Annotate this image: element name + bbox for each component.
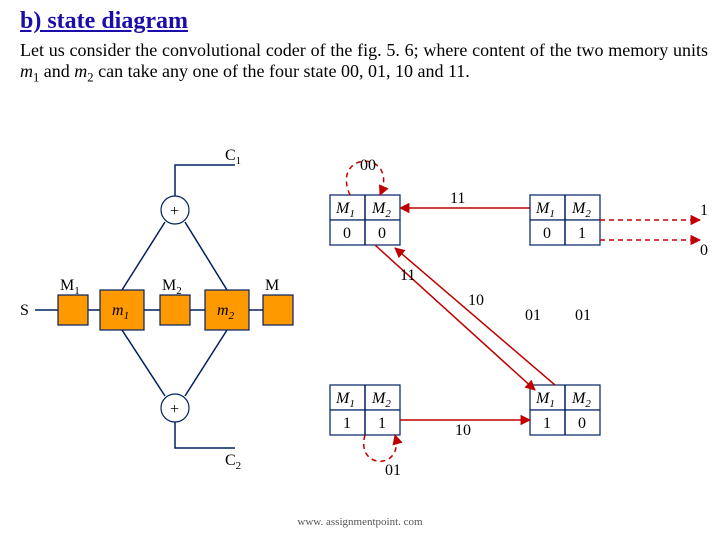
diagram-svg: S M1 m1 M2 m2 M + C1 + [0, 0, 720, 540]
svg-text:0: 0 [543, 225, 551, 242]
mem2-box [160, 295, 190, 325]
state-00: M1 M2 0 0 [330, 195, 400, 245]
t-00-10 [375, 245, 535, 390]
lbl-11-10: 10 [455, 422, 471, 439]
footer-url: www. assignmentpoint. com [0, 516, 720, 528]
c1-label: C1 [225, 147, 241, 167]
lbl-out0: 0 [700, 242, 708, 259]
lbl-01-00: 11 [450, 190, 465, 207]
encoder-block: S M1 m1 M2 m2 M + C1 + [20, 147, 293, 472]
memk-label: M [265, 277, 279, 294]
lbl-out1: 1 [700, 202, 708, 219]
t-11-self [364, 435, 397, 461]
state-10: M1 M2 1 0 [530, 385, 600, 435]
c2-label: C2 [225, 452, 241, 472]
adder-top-plus: + [170, 203, 179, 220]
input-label: S [20, 302, 29, 319]
lbl-01a: 01 [525, 307, 541, 324]
lbl-00-self: 00 [360, 157, 376, 174]
state-01: M1 M2 0 1 [530, 195, 600, 245]
mem1-box [58, 295, 88, 325]
mem1-label: M1 [60, 277, 80, 297]
adder-bot-plus: + [170, 401, 179, 418]
mem2-label: M2 [162, 277, 182, 297]
svg-text:0: 0 [578, 415, 586, 432]
state-11: M1 M2 1 1 [330, 385, 400, 435]
svg-text:0: 0 [343, 225, 351, 242]
lbl-10: 10 [468, 292, 484, 309]
svg-text:1: 1 [578, 225, 586, 242]
state-diagram: M1 M2 0 0 M1 M2 0 1 M1 M2 1 [330, 157, 708, 479]
svg-text:1: 1 [543, 415, 551, 432]
svg-text:0: 0 [378, 225, 386, 242]
lbl-00-10: 11 [400, 267, 415, 284]
svg-text:1: 1 [378, 415, 386, 432]
svg-text:1: 1 [343, 415, 351, 432]
lbl-01b: 01 [575, 307, 591, 324]
lbl-11-self: 01 [385, 462, 401, 479]
memk-box [263, 295, 293, 325]
